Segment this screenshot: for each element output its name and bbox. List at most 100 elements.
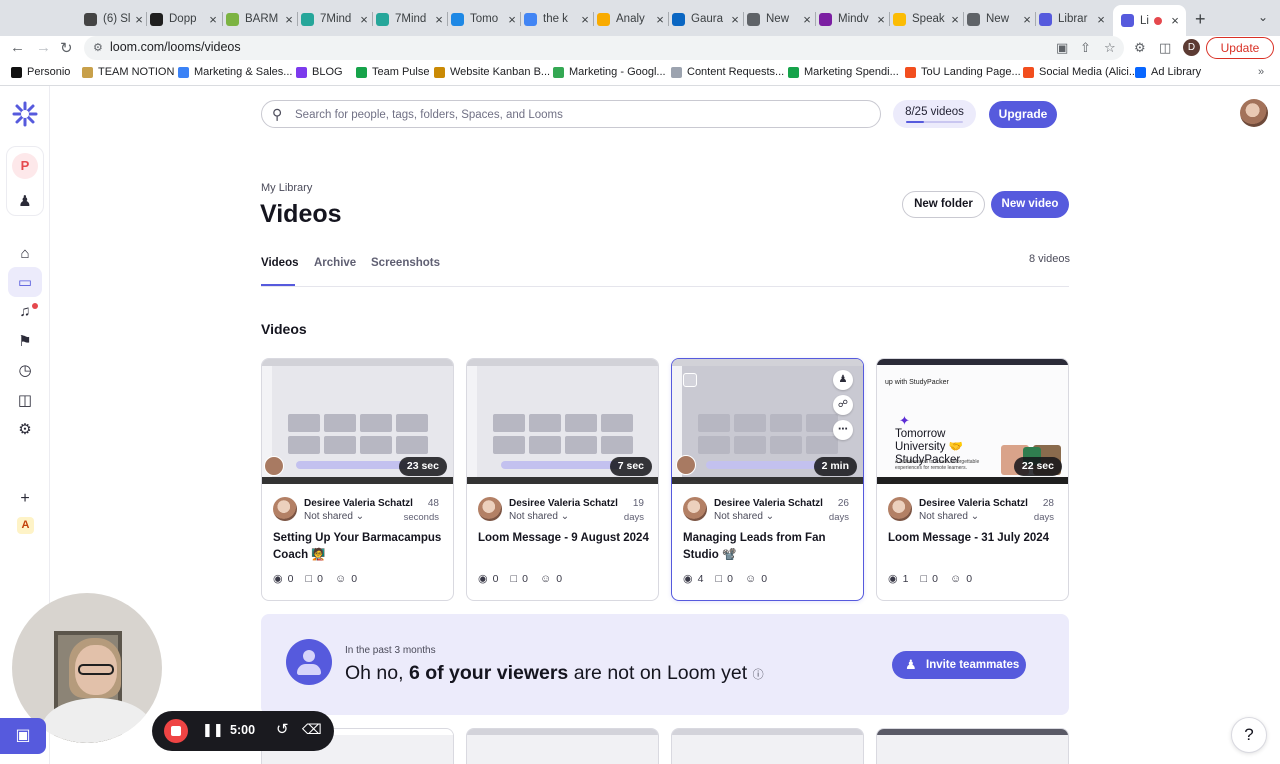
upgrade-button[interactable]: Upgrade (989, 101, 1057, 128)
tab-screenshots[interactable]: Screenshots (371, 257, 440, 269)
loom-logo-icon[interactable] (12, 101, 38, 127)
video-quota-badge[interactable]: 8/25 videos (893, 100, 976, 128)
browser-tab[interactable]: 7Mind × (301, 6, 371, 32)
url-bar[interactable]: ⚙ loom.com/looms/videos ▣ ⇧ ☆ (84, 36, 1124, 60)
copy-link-icon[interactable]: ☍ (833, 395, 853, 415)
video-card[interactable]: ♟ ☍ ⋯ 2 min Desiree Valeria Schatzl Not … (671, 358, 864, 601)
browser-tab[interactable]: (6) Sl × (84, 6, 146, 32)
video-title[interactable]: Managing Leads from Fan Studio 📽️ (683, 530, 855, 564)
share-status-dropdown[interactable]: Not shared ⌄ (509, 511, 569, 522)
close-tab-icon[interactable]: × (948, 12, 962, 27)
history-icon[interactable]: ◷ (15, 360, 35, 380)
video-thumbnail[interactable]: ♟ ☍ ⋯ 2 min (672, 359, 863, 484)
browser-tab[interactable]: New × (747, 6, 814, 32)
close-tab-icon[interactable]: × (578, 12, 592, 27)
extensions-icon[interactable]: ⚙ (1134, 40, 1146, 56)
invite-teammates-button[interactable]: ♟ Invite teammates (892, 651, 1026, 679)
close-tab-icon[interactable]: × (1168, 13, 1182, 28)
close-tab-icon[interactable]: × (1094, 12, 1108, 27)
stop-recording-button[interactable] (164, 719, 188, 743)
bookmark-item[interactable]: Team Pulse (356, 66, 429, 78)
close-tab-icon[interactable]: × (728, 12, 742, 27)
close-tab-icon[interactable]: × (1020, 12, 1034, 27)
bookmark-item[interactable]: Social Media (Alici... (1023, 66, 1138, 78)
browser-tab[interactable]: the k × (524, 6, 592, 32)
close-tab-icon[interactable]: × (282, 12, 296, 27)
help-button[interactable]: ? (1231, 717, 1267, 753)
video-title[interactable]: Loom Message - 9 August 2024 (478, 530, 650, 547)
forward-icon[interactable]: → (36, 39, 51, 56)
close-tab-icon[interactable]: × (357, 12, 371, 27)
bookmark-item[interactable]: Website Kanban B... (434, 66, 550, 78)
browser-tab[interactable]: Li × (1113, 5, 1186, 36)
video-title[interactable]: Setting Up Your Barmacampus Coach 🧑‍🏫 (273, 530, 445, 564)
side-panel-icon[interactable]: ◫ (1159, 40, 1171, 56)
video-thumbnail[interactable]: 23 sec (262, 359, 453, 484)
select-checkbox[interactable] (683, 373, 697, 387)
browser-tab[interactable]: Dopp × (150, 6, 220, 32)
bookmark-item[interactable]: TEAM NOTION (82, 66, 174, 78)
browser-tab[interactable]: BARM × (226, 6, 296, 32)
share-status-dropdown[interactable]: Not shared ⌄ (919, 511, 979, 522)
close-tab-icon[interactable]: × (653, 12, 667, 27)
close-tab-icon[interactable]: × (874, 12, 888, 27)
video-thumbnail[interactable]: up with StudyPacker ✦ Tomorrow Universit… (877, 359, 1068, 484)
restart-icon[interactable]: ↺ (276, 720, 289, 738)
bookmark-item[interactable]: ToU Landing Page... (905, 66, 1021, 78)
tab-search-icon[interactable]: ⌄ (1258, 10, 1268, 24)
browser-tab[interactable]: Librar × (1039, 6, 1108, 32)
search-input[interactable] (295, 106, 855, 123)
new-tab-icon[interactable]: + (1195, 9, 1206, 30)
delete-icon[interactable]: ⌫ (302, 721, 322, 738)
camera-icon[interactable]: ▣ (1056, 40, 1068, 56)
video-card[interactable] (876, 728, 1069, 764)
camera-toggle-icon[interactable]: ▣ (0, 718, 46, 754)
video-title[interactable]: Loom Message - 31 July 2024 (888, 530, 1060, 547)
browser-tab[interactable]: Speak × (893, 6, 962, 32)
close-tab-icon[interactable]: × (132, 12, 146, 27)
library-icon[interactable]: ▭ (15, 272, 35, 292)
new-folder-button[interactable]: New folder (902, 191, 985, 218)
more-bookmarks-icon[interactable]: » (1258, 66, 1264, 78)
browser-tab[interactable]: Gaura × (672, 6, 742, 32)
search-bar[interactable]: ⚲ (261, 100, 881, 128)
browser-tab[interactable]: Analy × (597, 6, 667, 32)
bookmark-item[interactable]: Marketing - Googl... (553, 66, 666, 78)
share-icon[interactable]: ⇧ (1080, 40, 1091, 56)
browser-tab[interactable]: Mindv × (819, 6, 888, 32)
user-avatar[interactable] (1240, 99, 1268, 127)
bookmark-item[interactable]: Personio (11, 66, 70, 78)
reload-icon[interactable]: ↻ (60, 39, 73, 57)
video-card[interactable] (466, 728, 659, 764)
bookmark-item[interactable]: Marketing & Sales... (178, 66, 292, 78)
browser-tab[interactable]: Tomo × (451, 6, 519, 32)
tab-archive[interactable]: Archive (314, 257, 356, 269)
gift-icon[interactable]: ◫ (15, 390, 35, 410)
video-card[interactable]: 7 sec Desiree Valeria Schatzl Not shared… (466, 358, 659, 601)
share-people-icon[interactable]: ♟ (833, 370, 853, 390)
more-options-icon[interactable]: ⋯ (833, 420, 853, 440)
video-card[interactable] (671, 728, 864, 764)
settings-icon[interactable]: ⚙ (15, 419, 35, 439)
video-thumbnail[interactable]: 7 sec (467, 359, 658, 484)
pause-icon[interactable]: ❚❚ (202, 722, 224, 738)
bookmark-item[interactable]: Ad Library (1135, 66, 1201, 78)
video-card[interactable]: 23 sec Desiree Valeria Schatzl Not share… (261, 358, 454, 601)
bookmark-item[interactable]: Marketing Spendi... (788, 66, 899, 78)
share-status-dropdown[interactable]: Not shared ⌄ (714, 511, 774, 522)
close-tab-icon[interactable]: × (505, 12, 519, 27)
close-tab-icon[interactable]: × (800, 12, 814, 27)
bookmark-item[interactable]: BLOG (296, 66, 343, 78)
info-icon[interactable]: ⓘ (753, 669, 764, 681)
new-video-button[interactable]: New video (991, 191, 1069, 218)
browser-tab[interactable]: New × (967, 6, 1034, 32)
share-status-dropdown[interactable]: Not shared ⌄ (304, 511, 364, 522)
workspace-avatar[interactable]: P (12, 153, 38, 179)
close-tab-icon[interactable]: × (432, 12, 446, 27)
back-icon[interactable]: ← (10, 39, 25, 56)
workspace-a-avatar[interactable]: A (17, 517, 34, 534)
home-icon[interactable]: ⌂ (15, 243, 35, 263)
bookmark-star-icon[interactable]: ☆ (1104, 40, 1116, 56)
tab-videos[interactable]: Videos (261, 257, 299, 269)
site-info-icon[interactable]: ⚙ (93, 41, 103, 54)
